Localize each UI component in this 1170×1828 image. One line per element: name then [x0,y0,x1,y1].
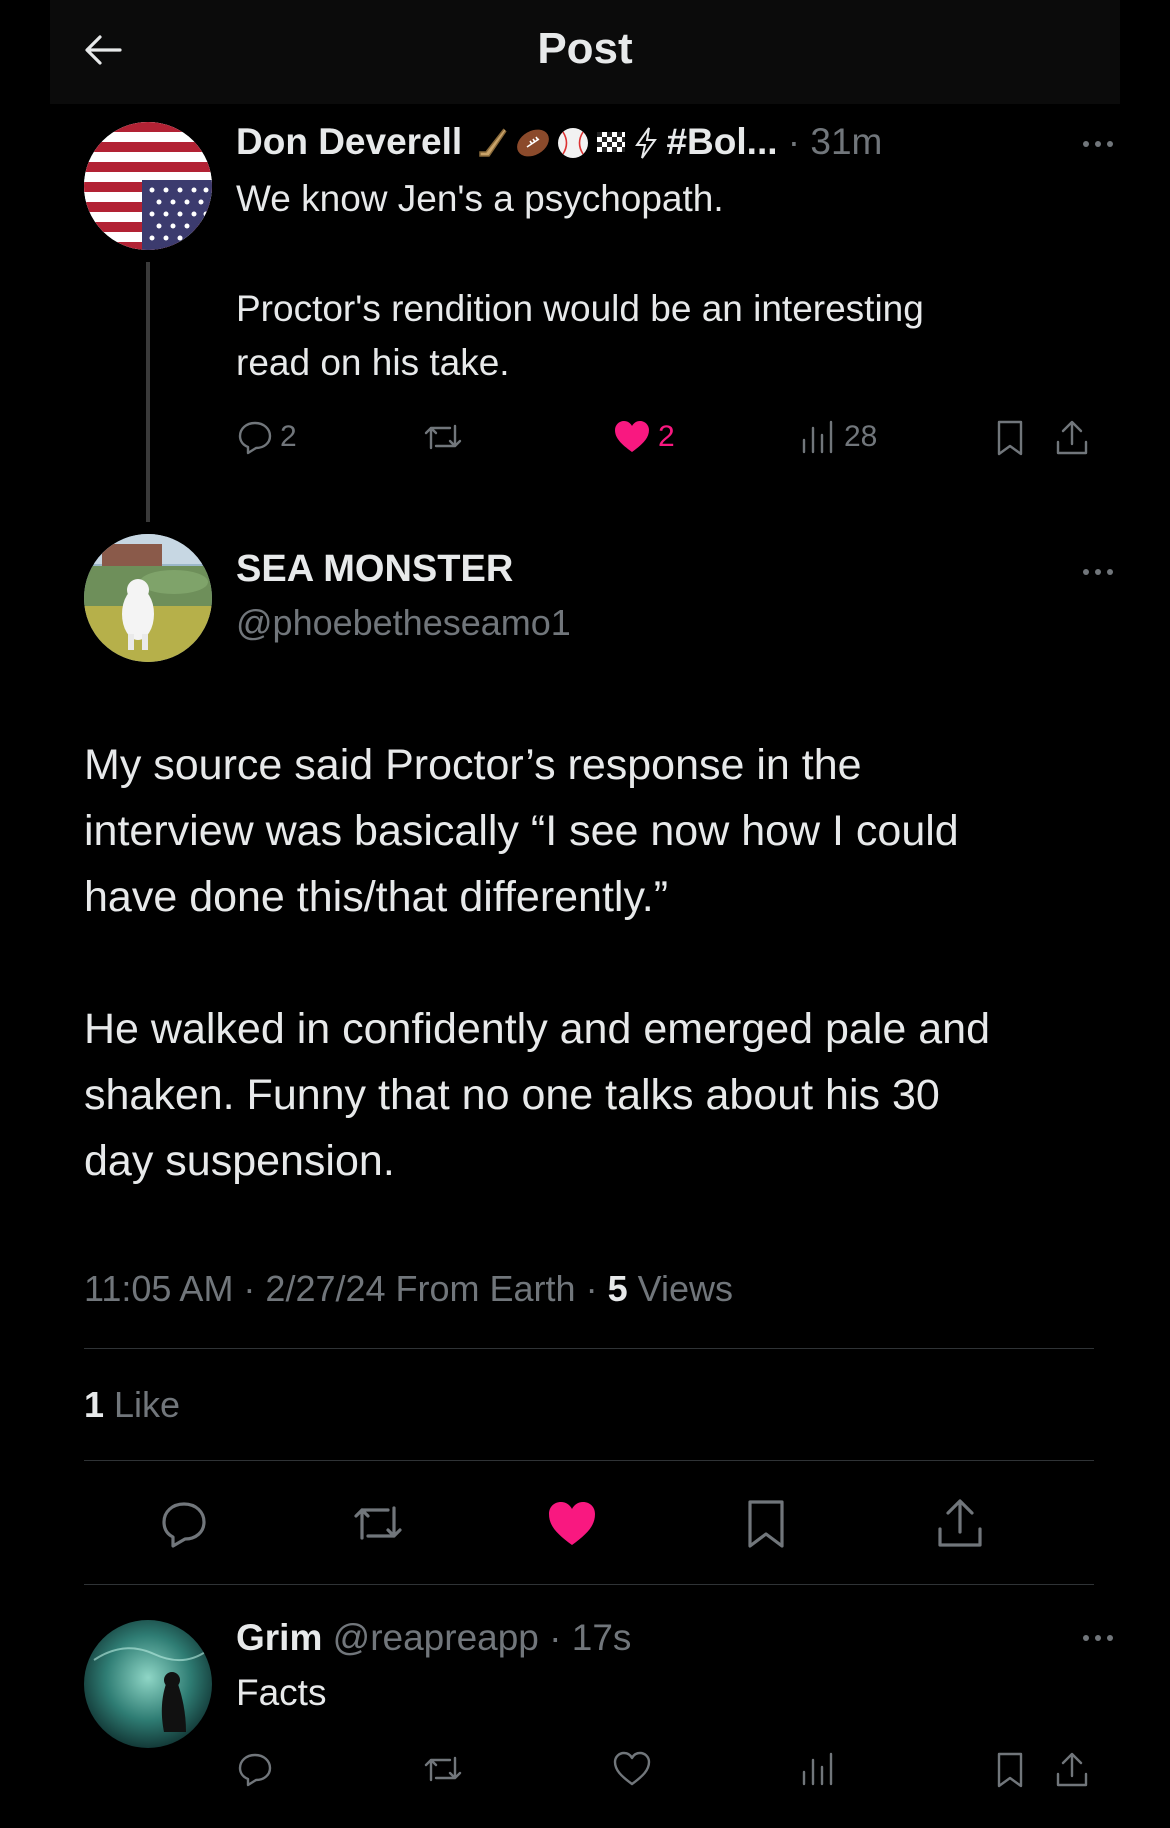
avatar[interactable] [84,1620,212,1748]
reply-icon [238,421,272,455]
reply-button[interactable] [156,1496,212,1552]
post-text-line: Proctor's rendition would be an interest… [236,288,924,329]
author-handle[interactable]: @reapreapp [333,1617,539,1658]
baseball-icon [556,126,590,160]
thread-line [146,262,150,522]
share-icon [938,1499,982,1547]
bookmark-icon [997,420,1023,456]
bookmark-button[interactable] [992,418,1028,458]
bookmark-icon [748,1500,784,1548]
bookmark-button[interactable] [992,1750,1028,1790]
more-options-button[interactable] [1076,562,1120,582]
author-name[interactable]: Grim [236,1617,322,1658]
lightning-icon [632,126,660,160]
post-text-line: He walked in confidently and emerged pal… [84,1005,990,1053]
reply-icon [238,1753,272,1787]
post-text-line: read on his take. [236,342,510,383]
post-text-line: My source said Proctor’s response in the [84,741,862,789]
author-name[interactable]: SEA MONSTER [236,548,513,591]
views-label: Views [627,1268,733,1309]
post-text-line: day suspension. [84,1137,395,1185]
views-count: 5 [607,1268,628,1309]
top-bar: Post [50,0,1120,104]
analytics-icon [802,1752,833,1786]
repost-icon [424,424,462,450]
post-screen: Post Don Deverell #Bol... · 31m We know … [50,0,1120,1828]
football-icon [514,126,552,160]
post-text-line: interview was basically “I see now how I… [84,807,959,855]
divider [84,1348,1094,1349]
reply-icon [162,1502,206,1548]
post-time: · 17s [549,1617,632,1658]
bookmark-icon [997,1752,1023,1788]
repost-icon [354,1506,402,1540]
post-meta: 11:05 AM · 2/27/24 From Earth · 5 Views [84,1268,733,1310]
post-text-line: shaken. Funny that no one talks about hi… [84,1071,940,1119]
more-options-button[interactable] [1076,1628,1120,1648]
views-button[interactable]: 28 [798,418,877,456]
share-button[interactable] [932,1496,988,1552]
reaper-photo-avatar [84,1620,212,1748]
share-button[interactable] [1052,1750,1092,1790]
reply-button[interactable] [236,1750,274,1788]
repost-icon [424,1756,462,1782]
repost-button[interactable] [422,1750,464,1788]
more-options-button[interactable] [1076,134,1120,154]
views-button[interactable] [798,1750,838,1788]
ellipsis-icon [1083,569,1113,575]
heart-outline-icon [613,1751,651,1786]
ellipsis-icon [1083,1635,1113,1641]
share-icon [1056,1752,1088,1787]
divider [84,1460,1094,1461]
reply-button[interactable]: 2 [236,418,297,456]
hashtag-link[interactable]: #Bol... [666,121,777,162]
heart-filled-icon [615,421,649,452]
reply-count: 2 [280,420,297,453]
divider [84,1584,1094,1585]
post-time: · 31m [787,121,883,162]
ellipsis-icon [1083,141,1113,147]
repost-button[interactable] [350,1496,406,1552]
reply-text: Facts [236,1672,327,1713]
like-button[interactable] [612,1750,652,1788]
heart-filled-icon [549,1502,595,1545]
hockey-stick-icon [476,126,510,160]
author-name[interactable]: Don Deverell [236,121,462,162]
like-count: 2 [658,420,675,453]
checkered-flag-icon [594,126,628,160]
post-text-line: have done this/that differently.” [84,873,669,921]
page-title: Post [537,24,633,73]
view-count: 28 [844,420,878,453]
share-button[interactable] [1052,418,1092,458]
dog-photo-avatar [84,534,212,662]
reply-header: Grim @reapreapp · 17s [236,1614,631,1662]
author-handle[interactable]: @phoebetheseamo1 [236,602,571,644]
avatar[interactable] [84,534,212,662]
post-timestamp: 11:05 AM · 2/27/24 From Earth · [84,1268,608,1309]
avatar[interactable] [84,122,212,250]
analytics-icon [802,420,833,454]
post-header: Don Deverell #Bol... · 31m [236,118,996,166]
bookmark-button[interactable] [738,1496,794,1552]
likes-label: Like [104,1384,181,1425]
likes-count: 1 [84,1384,105,1425]
share-icon [1056,420,1088,455]
like-button[interactable]: 2 [612,418,675,456]
post-text-line: We know Jen's a psychopath. [236,178,724,219]
like-button[interactable] [544,1496,600,1552]
upside-down-flag-avatar [84,122,212,250]
likes-summary[interactable]: 1 Like [84,1384,180,1426]
repost-button[interactable] [422,418,464,456]
